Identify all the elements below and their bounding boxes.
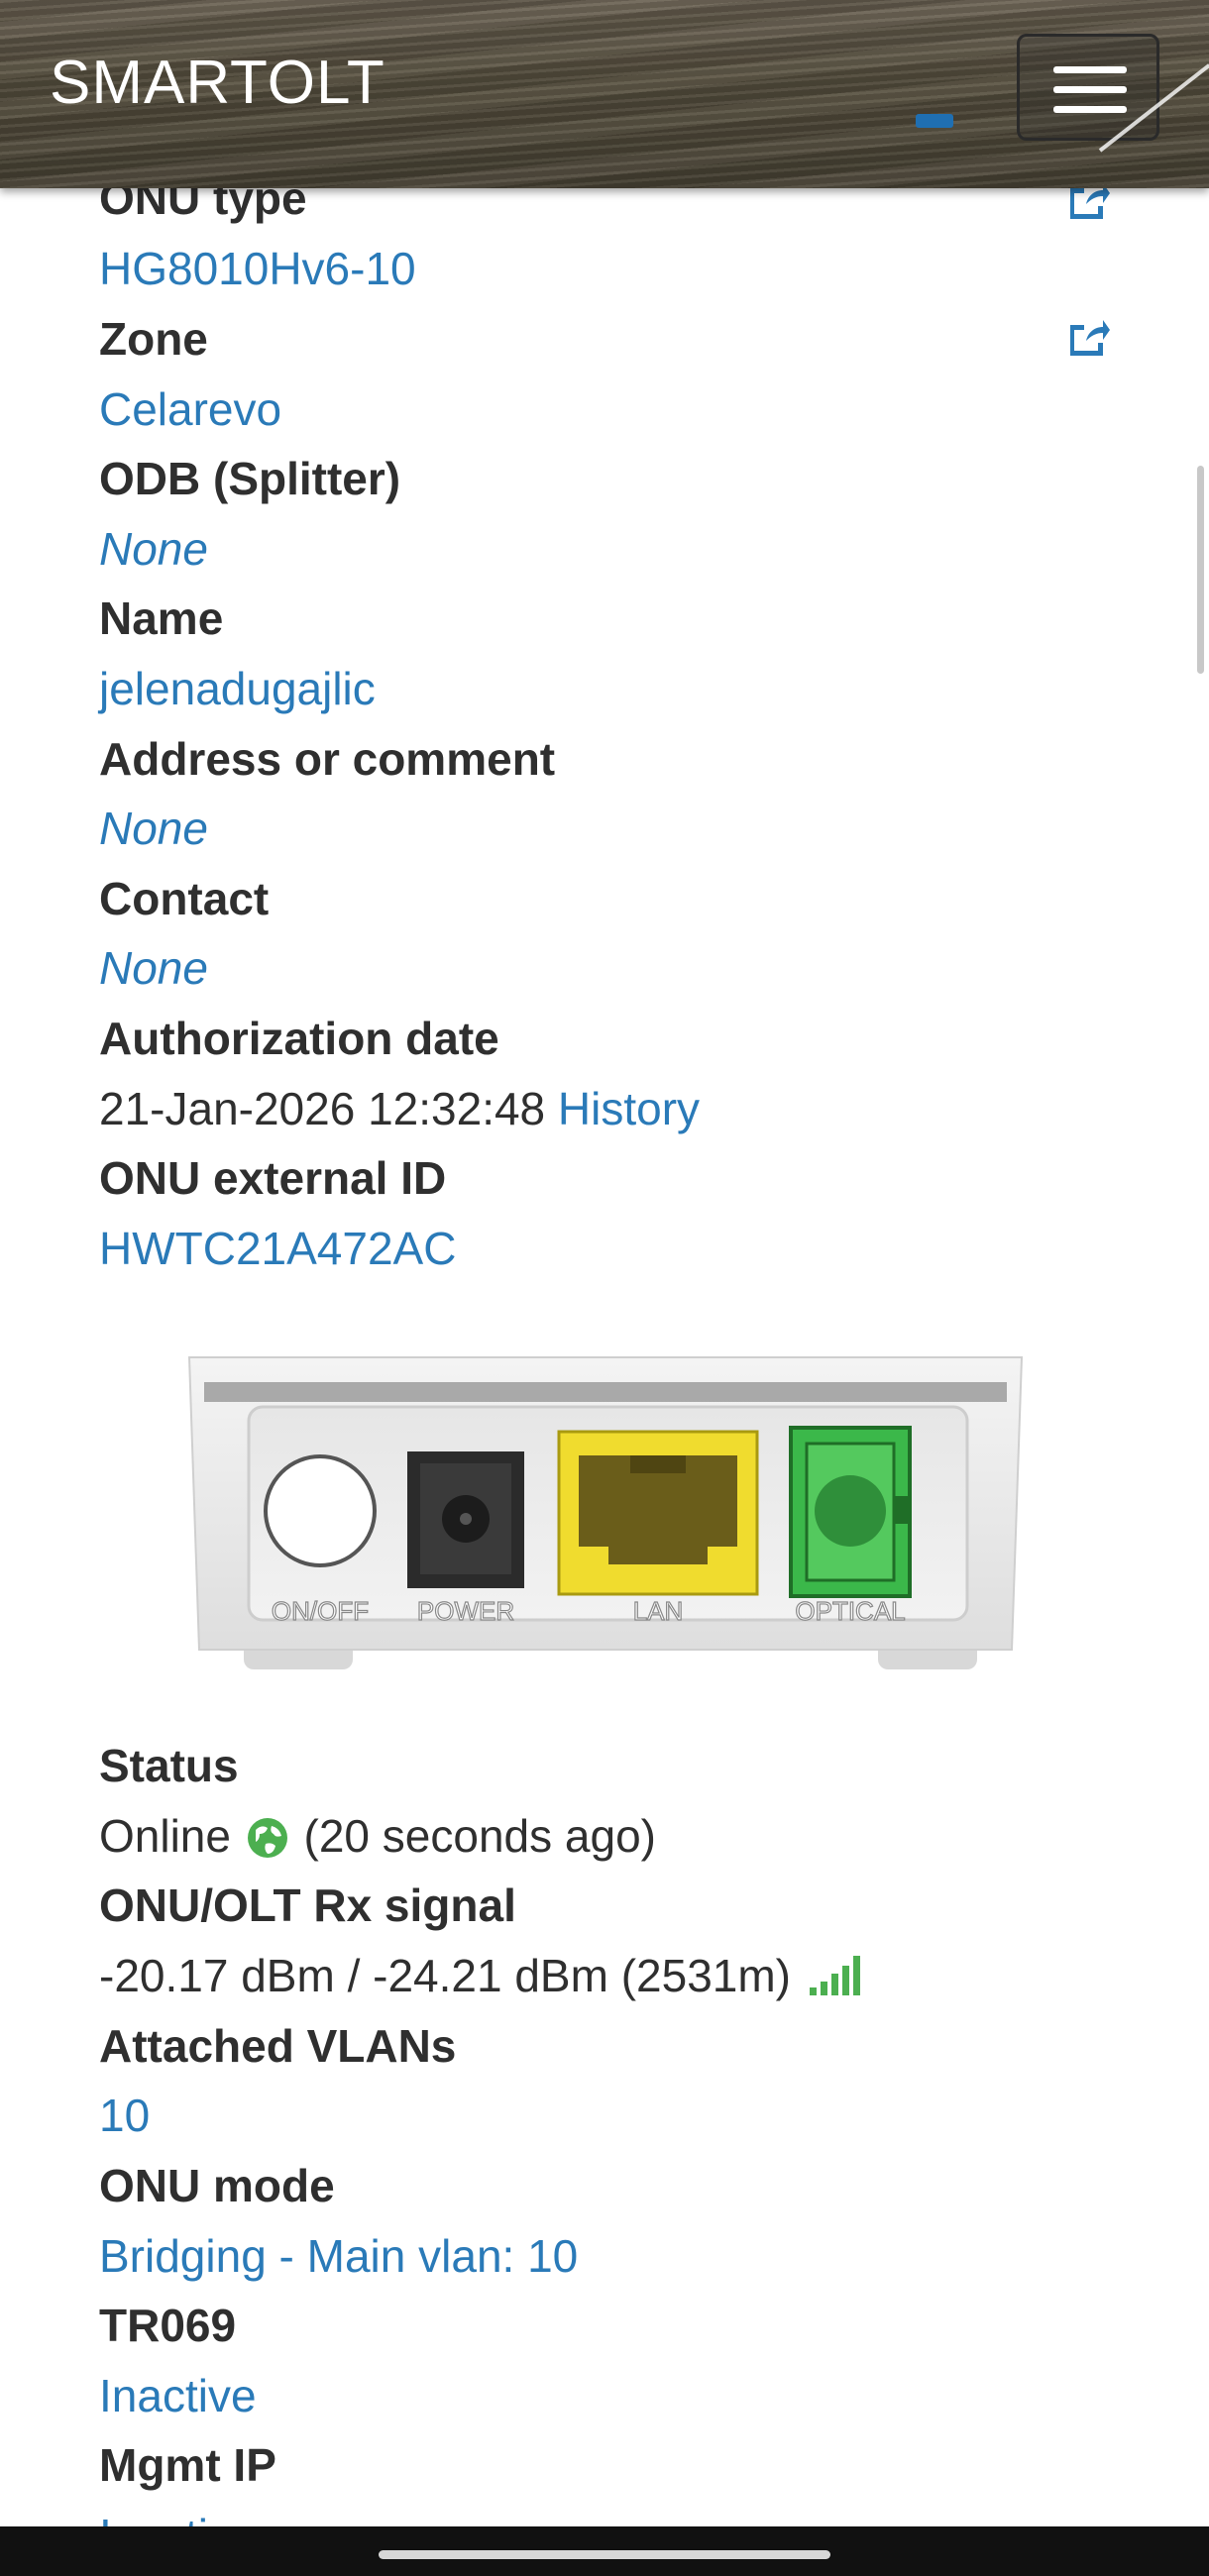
name-label: Name (99, 592, 224, 644)
vlans-label: Attached VLANs (99, 2020, 457, 2072)
status-state: Online (99, 1810, 231, 1862)
zone-label: Zone (99, 313, 208, 365)
address-value[interactable]: None (99, 799, 208, 858)
tr069-value[interactable]: Inactive (99, 2366, 257, 2425)
tr069-label: TR069 (99, 2300, 237, 2351)
top-navbar: SMARTOLT (0, 0, 1209, 188)
authorization-date-value: 21-Jan-2026 12:32:48 (99, 1083, 546, 1134)
header-background-mark (916, 114, 953, 128)
odb-label: ODB (Splitter) (99, 453, 401, 504)
name-value[interactable]: jelenadugajlic (99, 659, 376, 718)
port-caption-power: POWER (417, 1596, 514, 1626)
vlans-value[interactable]: 10 (99, 2086, 150, 2145)
history-link[interactable]: History (558, 1083, 700, 1134)
onu-type-value[interactable]: HG8010Hv6-10 (99, 239, 416, 298)
edit-zone-icon[interactable] (1064, 315, 1110, 357)
contact-value[interactable]: None (99, 938, 208, 998)
port-caption-onoff: ON/OFF (272, 1596, 369, 1626)
address-label: Address or comment (99, 733, 556, 785)
odb-value[interactable]: None (99, 519, 208, 579)
home-indicator[interactable] (379, 2550, 830, 2559)
mgmt-ip-label: Mgmt IP (99, 2439, 276, 2491)
status-label: Status (99, 1740, 239, 1791)
external-id-label: ONU external ID (99, 1152, 447, 1204)
port-caption-optical: OPTICAL (795, 1596, 905, 1626)
onu-mode-label: ONU mode (99, 2160, 335, 2211)
rx-signal-label: ONU/OLT Rx signal (99, 1879, 516, 1931)
brand-logo[interactable]: SMARTOLT (50, 48, 385, 118)
external-id-value[interactable]: HWTC21A472AC (99, 1219, 456, 1278)
onu-device-image: ON/OFF POWER LAN OPTICAL (187, 1356, 1024, 1669)
menu-button[interactable] (1017, 34, 1159, 141)
status-row: Online (20 seconds ago) (99, 1806, 656, 1866)
onu-mode-value[interactable]: Bridging - Main vlan: 10 (99, 2226, 578, 2286)
rx-signal-row: -20.17 dBm / -24.21 dBm (2531m) (99, 1946, 861, 2005)
port-caption-lan: LAN (633, 1596, 684, 1626)
contact-label: Contact (99, 873, 270, 924)
rx-signal-value: -20.17 dBm / -24.21 dBm (2531m) (99, 1950, 791, 2001)
authorization-date-row: 21-Jan-2026 12:32:48 History (99, 1079, 700, 1138)
authorization-date-label: Authorization date (99, 1013, 499, 1064)
status-ago: (20 seconds ago) (303, 1810, 656, 1862)
scrollbar[interactable] (1197, 466, 1204, 674)
zone-value[interactable]: Celarevo (99, 379, 281, 439)
globe-icon (247, 1818, 287, 1858)
signal-bars-icon (809, 1956, 860, 1995)
